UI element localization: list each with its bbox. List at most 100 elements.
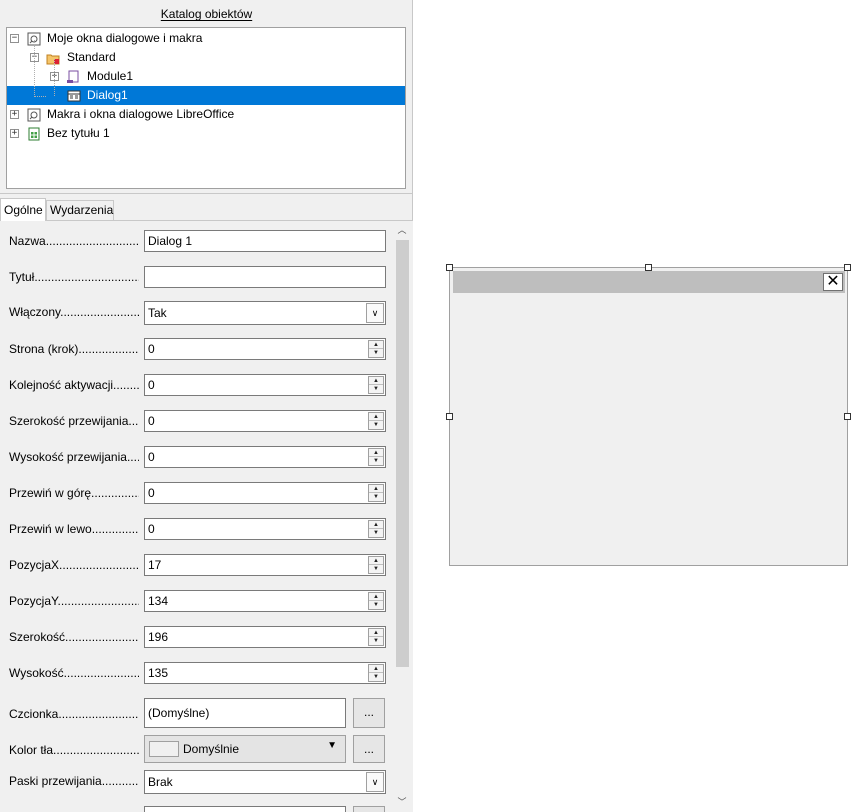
panel-splitter[interactable] xyxy=(0,193,413,196)
resize-handle[interactable] xyxy=(446,264,453,271)
tab-events[interactable]: Wydarzenia xyxy=(46,200,114,220)
tree-item-label: Dialog1 xyxy=(87,88,128,102)
chevron-down-icon[interactable]: ∨ xyxy=(366,303,384,323)
spin-down-icon[interactable]: ▼ xyxy=(369,493,383,501)
expand-icon[interactable]: + xyxy=(10,129,19,138)
spin-up-icon[interactable]: ▲ xyxy=(369,665,383,673)
partial-field[interactable] xyxy=(144,806,346,812)
scroll-height-stepper[interactable]: 0 ▲ ▼ xyxy=(144,446,386,468)
tree-item-untitled1[interactable]: + Bez tytułu 1 xyxy=(7,124,405,143)
pos-y-stepper[interactable]: 134 ▲ ▼ xyxy=(144,590,386,612)
basic-module-icon xyxy=(67,70,79,83)
partial-button[interactable] xyxy=(353,806,385,812)
page-step-value: 0 xyxy=(148,342,155,356)
spin-buttons: ▲ ▼ xyxy=(368,628,384,646)
spin-down-icon[interactable]: ▼ xyxy=(369,421,383,429)
spin-up-icon[interactable]: ▲ xyxy=(369,377,383,385)
resize-handle[interactable] xyxy=(844,413,851,420)
spin-up-icon[interactable]: ▲ xyxy=(369,413,383,421)
expand-icon[interactable]: + xyxy=(10,110,19,119)
tree-item-standard[interactable]: − Standard xyxy=(7,48,405,67)
spin-up-icon[interactable]: ▲ xyxy=(369,593,383,601)
color-swatch xyxy=(149,741,179,757)
name-field[interactable]: Dialog 1 xyxy=(144,230,386,252)
scrollbars-select-value: Brak xyxy=(148,775,173,789)
spin-down-icon[interactable]: ▼ xyxy=(369,637,383,645)
scroll-width-stepper[interactable]: 0 ▲ ▼ xyxy=(144,410,386,432)
prop-tab-order-row: Kolejność aktywacji.....................… xyxy=(0,374,392,398)
width-stepper[interactable]: 196 ▲ ▼ xyxy=(144,626,386,648)
spin-down-icon[interactable]: ▼ xyxy=(369,385,383,393)
object-catalog-tree[interactable]: − Moje okna dialogowe i makra − Standard… xyxy=(6,27,406,189)
prop-scroll-height-label: Wysokość przewijania....................… xyxy=(9,450,139,464)
enabled-select[interactable]: Tak ∨ xyxy=(144,301,386,325)
spin-down-icon[interactable]: ▼ xyxy=(369,349,383,357)
height-stepper[interactable]: 135 ▲ ▼ xyxy=(144,662,386,684)
macro-library-icon xyxy=(27,108,41,122)
tree-item-label: Standard xyxy=(67,50,116,64)
spin-down-icon[interactable]: ▼ xyxy=(369,565,383,573)
spin-up-icon[interactable]: ▲ xyxy=(369,485,383,493)
tree-item-my-macros[interactable]: − Moje okna dialogowe i makra xyxy=(7,29,405,48)
prop-name-label: Nazwa...................................… xyxy=(9,234,139,248)
spin-up-icon[interactable]: ▲ xyxy=(369,449,383,457)
spin-down-icon[interactable]: ▼ xyxy=(369,457,383,465)
scroll-up-icon[interactable]: ︿ xyxy=(394,222,410,238)
prop-name-row: Nazwa...................................… xyxy=(0,230,392,254)
close-icon[interactable]: ✕ xyxy=(823,273,843,291)
spin-buttons: ▲ ▼ xyxy=(368,376,384,394)
chevron-down-icon[interactable]: ∨ xyxy=(366,772,384,792)
property-tabs: Ogólne Wydarzenia xyxy=(0,198,413,221)
page-step-stepper[interactable]: 0 ▲ ▼ xyxy=(144,338,386,360)
prop-height-label: Wysokość................................… xyxy=(9,666,139,680)
background-ellipsis-button[interactable]: ... xyxy=(353,735,385,763)
spin-buttons: ▲ ▼ xyxy=(368,340,384,358)
prop-scroll-left-label: Przewiń w lewo..........................… xyxy=(9,522,139,536)
spin-down-icon[interactable]: ▼ xyxy=(369,601,383,609)
prop-background-label: Kolor tła...............................… xyxy=(9,743,139,757)
tree-item-module1[interactable]: + Module1 xyxy=(7,67,405,86)
tab-general[interactable]: Ogólne xyxy=(0,198,46,221)
tree-item-label: Makra i okna dialogowe LibreOffice xyxy=(47,107,235,121)
spin-down-icon[interactable]: ▼ xyxy=(369,529,383,537)
scroll-down-icon[interactable]: ﹀ xyxy=(394,794,410,810)
tree-item-dialog1[interactable]: Dialog1 xyxy=(7,86,405,105)
spin-buttons: ▲ ▼ xyxy=(368,448,384,466)
tree-item-libreoffice-macros[interactable]: + Makra i okna dialogowe LibreOffice xyxy=(7,105,405,124)
prop-enabled-row: Włączony................................… xyxy=(0,301,392,325)
scroll-top-stepper[interactable]: 0 ▲ ▼ xyxy=(144,482,386,504)
prop-page-step-row: Strona (krok)...........................… xyxy=(0,338,392,362)
prop-scroll-top-row: Przewiń w górę..........................… xyxy=(0,482,392,506)
scroll-left-stepper[interactable]: 0 ▲ ▼ xyxy=(144,518,386,540)
prop-tab-order-label: Kolejność aktywacji.....................… xyxy=(9,378,139,392)
spin-up-icon[interactable]: ▲ xyxy=(369,629,383,637)
pos-x-stepper[interactable]: 17 ▲ ▼ xyxy=(144,554,386,576)
spin-buttons: ▲ ▼ xyxy=(368,664,384,682)
collapse-icon[interactable]: − xyxy=(10,34,19,43)
spreadsheet-icon xyxy=(28,127,40,141)
resize-handle[interactable] xyxy=(645,264,652,271)
prop-pos-x-row: PozycjaX................................… xyxy=(0,554,392,578)
scrollbars-select[interactable]: Brak ∨ xyxy=(144,770,386,794)
spin-up-icon[interactable]: ▲ xyxy=(369,557,383,565)
tab-order-value: 0 xyxy=(148,378,155,392)
height-value: 135 xyxy=(148,666,169,680)
resize-handle[interactable] xyxy=(844,264,851,271)
prop-page-step-label: Strona (krok)...........................… xyxy=(9,342,139,356)
prop-scroll-width-row: Szerokość przewijania...................… xyxy=(0,410,392,434)
spin-up-icon[interactable]: ▲ xyxy=(369,341,383,349)
properties-scrollbar[interactable]: ︿ ﹀ xyxy=(394,222,410,812)
resize-handle[interactable] xyxy=(446,413,453,420)
tree-item-label: Bez tytułu 1 xyxy=(47,126,110,140)
tab-order-stepper[interactable]: 0 ▲ ▼ xyxy=(144,374,386,396)
scrollbar-thumb[interactable] xyxy=(396,240,409,667)
font-field[interactable]: (Domyślne) xyxy=(144,698,346,728)
spin-up-icon[interactable]: ▲ xyxy=(369,521,383,529)
font-ellipsis-button[interactable]: ... xyxy=(353,698,385,728)
spin-down-icon[interactable]: ▼ xyxy=(369,673,383,681)
background-color-dropdown[interactable]: Domyślnie ▼ xyxy=(144,735,346,763)
title-field[interactable] xyxy=(144,266,386,288)
dialog-preview[interactable]: ✕ xyxy=(449,267,848,566)
prop-scrollbars-label: Paski przewijania.......................… xyxy=(9,774,139,788)
folder-library-icon xyxy=(46,54,60,65)
